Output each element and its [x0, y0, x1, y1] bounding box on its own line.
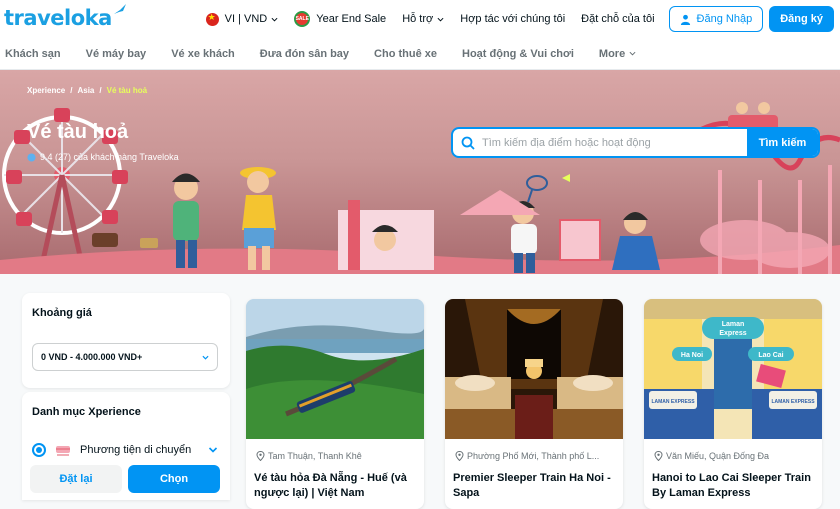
language-currency-label: VI | VND [224, 13, 268, 25]
login-button[interactable]: Đăng Nhập [668, 6, 764, 32]
card-location: Tam Thuận, Thanh Khê [256, 451, 416, 461]
location-pin-icon [654, 451, 663, 461]
product-card[interactable]: Laman Express Ha Noi Lao Cai LAMAN EXPRE… [644, 299, 822, 509]
login-label: Đăng Nhập [696, 13, 753, 25]
breadcrumb-asia[interactable]: Asia [77, 86, 94, 95]
laman-express-label-line2: Express [719, 330, 746, 337]
logo-text: traveloka [4, 6, 112, 30]
search-button[interactable]: Tìm kiếm [747, 129, 818, 156]
pillow-brand-right: LAMAN EXPRESS [771, 399, 815, 405]
nav-flights[interactable]: Vé máy bay [86, 48, 147, 60]
rating-summary: 9.4 (27) của khách hàng Traveloka [27, 152, 179, 162]
bird-icon [113, 4, 126, 14]
help-label: Hỗ trợ [402, 13, 434, 25]
card-location-text: Phường Phố Mới, Thành phố L... [467, 451, 600, 461]
traveloka-logo[interactable]: traveloka [4, 4, 127, 30]
vietnam-flag-icon [205, 12, 219, 26]
laman-express-label-line1: Laman [722, 321, 745, 328]
product-card[interactable]: Tam Thuận, Thanh Khê Vé tàu hỏa Đà Nẵng … [246, 299, 424, 509]
card-location: Phường Phố Mới, Thành phố L... [455, 451, 615, 461]
train-icon [56, 446, 70, 456]
search-input[interactable] [482, 136, 747, 149]
breadcrumb-separator: / [70, 86, 73, 95]
category-option-label: Phương tiện di chuyển [80, 444, 192, 456]
breadcrumb-separator: / [99, 86, 102, 95]
nav-car-rental[interactable]: Cho thuê xe [374, 48, 437, 60]
card-image-laman-express: Laman Express Ha Noi Lao Cai LAMAN EXPRE… [644, 299, 822, 439]
signup-button[interactable]: Đăng ký [769, 6, 834, 32]
top-right-menu: VI | VND SALE Year End Sale Hỗ trợ Hợp t… [198, 6, 834, 32]
card-location: Văn Miếu, Quận Đống Đa [654, 451, 814, 461]
sale-label: Year End Sale [316, 13, 387, 25]
location-pin-icon [455, 451, 464, 461]
language-currency-selector[interactable]: VI | VND [205, 12, 279, 26]
bookings-label: Đặt chỗ của tôi [581, 13, 655, 25]
product-card[interactable]: Phường Phố Mới, Thành phố L... Premier S… [445, 299, 623, 509]
card-location-text: Văn Miếu, Quận Đống Đa [666, 451, 770, 461]
breadcrumb-xperience[interactable]: Xperience [27, 86, 65, 95]
pillow-brand-left: LAMAN EXPRESS [651, 399, 695, 405]
price-filter-title: Khoảng giá [32, 307, 92, 319]
chevron-down-icon [629, 51, 636, 56]
hero-illustration [0, 102, 840, 274]
chevron-down-icon[interactable] [208, 445, 218, 455]
ha-noi-label: Ha Noi [681, 352, 703, 359]
nav-activities[interactable]: Hoạt động & Vui chơi [462, 48, 574, 60]
price-range-dropdown[interactable]: 0 VND - 4.000.000 VND+ [32, 343, 218, 371]
sale-badge-icon: SALE [294, 11, 311, 27]
year-end-sale-link[interactable]: SALE Year End Sale [294, 11, 386, 27]
help-menu[interactable]: Hỗ trợ [402, 13, 444, 25]
page-title: Vé tàu hoả [27, 121, 129, 143]
nav-hotels[interactable]: Khách sạn [5, 48, 61, 60]
lao-cai-label: Lao Cai [758, 352, 783, 359]
price-range-value: 0 VND - 4.000.000 VND+ [41, 352, 143, 362]
category-option-transport[interactable]: Phương tiện di chuyển [32, 441, 218, 459]
location-pin-icon [256, 451, 265, 461]
breadcrumb-current: Vé tàu hoả [106, 86, 148, 95]
apply-button[interactable]: Chọn [128, 465, 220, 493]
card-title[interactable]: Hanoi to Lao Cai Sleeper Train By Laman … [652, 471, 816, 501]
user-icon [680, 14, 690, 25]
nav-more-label: More [598, 47, 626, 60]
rating-text: 9.4 (27) của khách hàng Traveloka [40, 152, 179, 162]
signup-label: Đăng ký [780, 13, 823, 25]
concert-stage-illustration [338, 200, 434, 270]
product-nav: Khách sạn Vé máy bay Vé xe khách Đưa đón… [0, 38, 840, 70]
breadcrumb: Xperience / Asia / Vé tàu hoả [27, 86, 152, 95]
nav-more[interactable]: More [599, 48, 636, 60]
search-icon [461, 136, 475, 150]
card-title[interactable]: Vé tàu hỏa Đà Nẵng - Huế (và ngược lại) … [254, 471, 418, 501]
category-filter-title: Danh mục Xperience [32, 406, 141, 418]
card-image-premier-sleeper [445, 299, 623, 439]
hero-banner: Xperience / Asia / Vé tàu hoả Vé tàu hoả… [0, 70, 840, 274]
nav-airport-transfer[interactable]: Đưa đón sân bay [260, 48, 349, 60]
camera-cake-illustration [92, 233, 158, 248]
chevron-down-icon [271, 17, 278, 22]
reset-button[interactable]: Đặt lại [30, 465, 122, 493]
card-image-danang-hue-train [246, 299, 424, 439]
my-bookings-link[interactable]: Đặt chỗ của tôi [581, 13, 654, 25]
rating-icon [27, 152, 36, 162]
nav-bus-tickets[interactable]: Vé xe khách [171, 48, 235, 60]
radio-selected-icon [32, 443, 46, 457]
filter-actions: Đặt lại Chọn [22, 458, 230, 500]
partner-label: Hợp tác với chúng tôi [460, 13, 566, 25]
girl-blue-dress-illustration [612, 212, 660, 270]
card-location-text: Tam Thuận, Thanh Khê [268, 451, 362, 461]
search-bar: Tìm kiếm [451, 127, 820, 158]
price-filter-card: Khoảng giá 0 VND - 4.000.000 VND+ [22, 293, 230, 388]
card-title[interactable]: Premier Sleeper Train Ha Noi - Sapa [453, 471, 617, 501]
top-header: traveloka VI | VND SALE Year End Sale Hỗ… [0, 0, 840, 38]
partner-link[interactable]: Hợp tác với chúng tôi [460, 13, 565, 25]
chevron-down-icon [437, 17, 444, 22]
chevron-down-icon [202, 355, 209, 360]
